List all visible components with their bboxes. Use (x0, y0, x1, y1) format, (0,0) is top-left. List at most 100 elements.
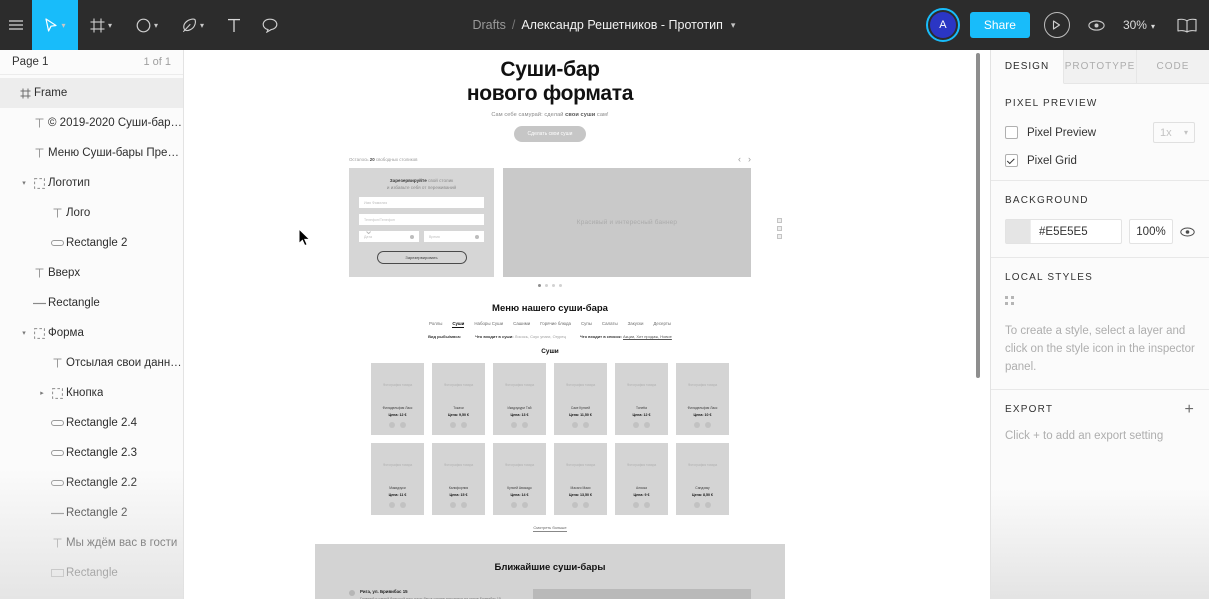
plus-icon[interactable]: + (1184, 401, 1195, 417)
favorite-icon[interactable] (400, 422, 406, 429)
carousel-dot[interactable] (545, 284, 548, 288)
favorite-icon[interactable] (644, 422, 650, 429)
layer-list[interactable]: Frame © 2019-2020 Суши-бар В… Меню Суши-ба… (0, 75, 183, 599)
product-card[interactable]: Фотография товара Калифорния Цена: 15 € (432, 443, 485, 516)
time-field[interactable]: Время (424, 231, 484, 243)
pixel-preview-checkbox[interactable] (1005, 126, 1018, 139)
carousel-dot[interactable] (559, 284, 562, 288)
filter-right[interactable]: Что входит в список: Акции, Хит продаж, … (580, 334, 672, 339)
list-item[interactable]: Рига, ул. Бривибас 15 Главный и самый бо… (349, 589, 519, 599)
layer-row[interactable]: Rectangle 2.3 (0, 438, 183, 468)
social-icon[interactable] (777, 226, 782, 231)
menu-tab[interactable]: Сашими (513, 321, 530, 328)
layer-row[interactable]: Rectangle 2 (0, 498, 183, 528)
add-to-cart-icon[interactable] (694, 502, 700, 509)
product-card[interactable]: Фотография товара Сандзяку Цена: 8,50 € (676, 443, 729, 516)
favorite-icon[interactable] (400, 502, 406, 509)
chevron-right-icon[interactable]: ▸ (36, 389, 48, 397)
layer-row[interactable]: ▾ Форма (0, 318, 183, 348)
tab-prototype[interactable]: PROTOTYPE (1064, 50, 1137, 83)
menu-tab[interactable]: Суши (452, 321, 465, 329)
menu-tab[interactable]: Наборы Суши (474, 321, 503, 328)
product-card[interactable]: Фотография товара Филадельфия Лакс Цена: 1… (676, 363, 729, 436)
nearby-map[interactable] (533, 589, 751, 599)
carousel-dots[interactable] (315, 284, 785, 288)
layer-row[interactable]: Rectangle (0, 558, 183, 588)
menu-tab[interactable]: Салаты (602, 321, 618, 328)
product-card[interactable]: Фотография товара Аляска Цена: 9 € (615, 443, 668, 516)
zoom-selector[interactable]: 30% ▾ (1123, 18, 1155, 32)
name-field[interactable]: Имя Фамилия (359, 197, 484, 209)
design-frame[interactable]: Суши-бар нового формата Сам себе самурай… (315, 50, 785, 599)
hero-cta-button[interactable]: Сделать свои суши (513, 126, 587, 143)
pixel-scale-select[interactable]: 1x ▾ (1153, 122, 1195, 143)
layer-row[interactable]: Rectangle (0, 288, 183, 318)
pen-tool[interactable]: ▾ (170, 0, 216, 50)
background-color-input[interactable]: #E5E5E5 (1005, 219, 1122, 244)
design-canvas[interactable]: Суши-бар нового формата Сам себе самурай… (184, 50, 990, 599)
layer-row[interactable]: Отсылая свои данн… (0, 348, 183, 378)
favorite-icon[interactable] (583, 502, 589, 509)
add-to-cart-icon[interactable] (511, 422, 517, 429)
chevron-down-icon[interactable]: ▾ (18, 329, 30, 337)
favorite-icon[interactable] (522, 422, 528, 429)
add-to-cart-icon[interactable] (572, 422, 578, 429)
library-icon[interactable] (1177, 18, 1197, 33)
carousel-dot[interactable] (538, 284, 541, 288)
frame-tool[interactable]: ▾ (78, 0, 124, 50)
favorite-icon[interactable] (705, 502, 711, 509)
product-card[interactable]: Фотография товара Токачи Цена: 9,50 € (432, 363, 485, 436)
color-swatch[interactable] (1006, 220, 1031, 243)
tab-design[interactable]: DESIGN (991, 50, 1064, 84)
phone-field[interactable]: Телефон/Телефон (359, 214, 484, 226)
layer-row[interactable]: Rectangle 2.2 (0, 468, 183, 498)
chevron-down-icon[interactable]: ⌄ (364, 224, 373, 237)
text-tool[interactable] (216, 0, 252, 50)
chevron-down-icon[interactable]: ▾ (731, 20, 736, 31)
chevron-down-icon[interactable]: ▾ (18, 179, 30, 187)
add-to-cart-icon[interactable] (511, 502, 517, 509)
add-to-cart-icon[interactable] (389, 422, 395, 429)
add-to-cart-icon[interactable] (633, 502, 639, 509)
page-selector[interactable]: Page 1 1 of 1 (0, 50, 183, 75)
layer-row[interactable]: Меню Суши-бары Преи… (0, 138, 183, 168)
layer-row[interactable]: Вверх (0, 258, 183, 288)
share-button[interactable]: Share (969, 12, 1030, 38)
add-to-cart-icon[interactable] (450, 422, 456, 429)
menu-tab[interactable]: Супы (581, 321, 592, 328)
filter-left[interactable]: Вид рыбы/мяса: (428, 334, 461, 339)
menu-tab[interactable]: Десерты (653, 321, 671, 328)
product-card[interactable]: Фотография товара Макидзуси Цена: 11 € (371, 443, 424, 516)
favorite-icon[interactable] (461, 422, 467, 429)
product-card[interactable]: Фотография товара Масаго Маки Цена: 13,50 … (554, 443, 607, 516)
layer-row[interactable]: ▸ Кнопка (0, 378, 183, 408)
move-tool[interactable]: ▾ (32, 0, 78, 50)
favorite-icon[interactable] (522, 502, 528, 509)
layer-row[interactable]: Лого (0, 198, 183, 228)
product-card[interactable]: Фотография товара Филадельфия Лакс Цена: 1… (371, 363, 424, 436)
add-to-cart-icon[interactable] (450, 502, 456, 509)
favorite-icon[interactable] (705, 422, 711, 429)
reserve-submit-button[interactable]: Зарезервировать (376, 251, 467, 265)
favorite-icon[interactable] (583, 422, 589, 429)
layer-row[interactable]: Rectangle 2.4 (0, 408, 183, 438)
menu-tab[interactable]: Горячие блюда (540, 321, 571, 328)
chevron-left-icon[interactable]: ‹ (738, 154, 741, 164)
layer-row[interactable]: © 2019-2020 Суши-бар В… (0, 108, 183, 138)
add-to-cart-icon[interactable] (572, 502, 578, 509)
social-share-rail[interactable] (777, 218, 782, 239)
avatar[interactable]: A (925, 8, 960, 42)
present-button[interactable] (1043, 12, 1070, 38)
menu-tab[interactable]: Роллы (429, 321, 442, 328)
favorite-icon[interactable] (461, 502, 467, 509)
view-settings-icon[interactable] (1088, 19, 1105, 31)
layer-row[interactable]: Rectangle 2 (0, 228, 183, 258)
eye-icon[interactable] (1180, 227, 1195, 237)
hamburger-menu-icon[interactable] (0, 0, 32, 50)
shape-tool[interactable]: ▾ (124, 0, 170, 50)
social-icon[interactable] (777, 218, 782, 223)
comment-tool[interactable] (252, 0, 288, 50)
breadcrumb-drafts[interactable]: Drafts (472, 18, 505, 32)
tab-code[interactable]: CODE (1137, 50, 1209, 83)
four-dots-icon[interactable] (1005, 296, 1195, 305)
